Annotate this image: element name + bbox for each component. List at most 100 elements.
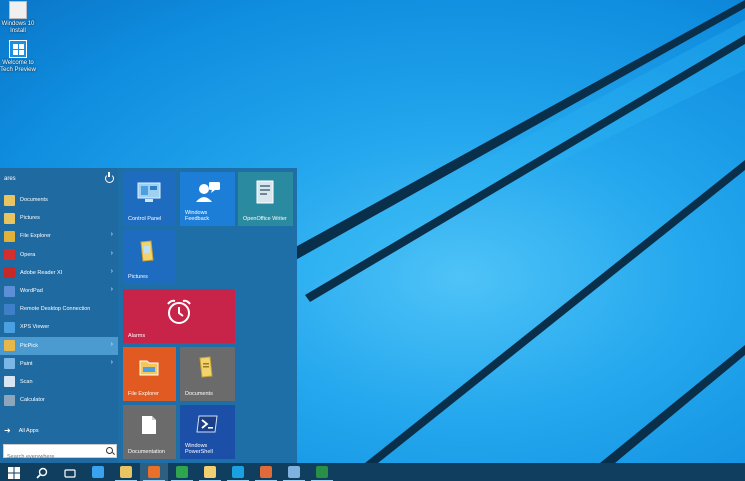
tile-pictures[interactable]: Pictures bbox=[123, 230, 176, 284]
xps-viewer-icon bbox=[4, 321, 15, 333]
installer-file-icon bbox=[9, 1, 27, 19]
tile-documents[interactable]: Documents bbox=[180, 347, 235, 401]
taskbar-button[interactable] bbox=[224, 463, 252, 481]
paint-icon bbox=[4, 358, 15, 370]
all-apps-label: All Apps bbox=[18, 427, 39, 434]
alarm-clock-icon bbox=[167, 299, 191, 324]
start-menu-app-panel: ares Documents Pictures File Explorer › Oper… bbox=[0, 168, 118, 463]
tile-windows-feedback[interactable]: Windows Feedback bbox=[180, 172, 235, 226]
app-list-item[interactable]: Pictures bbox=[0, 209, 118, 227]
app-list-label: XPS Viewer bbox=[20, 324, 50, 331]
skype-icon bbox=[232, 466, 244, 478]
chevron-right-icon[interactable]: › bbox=[111, 359, 113, 366]
app-list-item[interactable]: File Explorer › bbox=[0, 227, 118, 245]
search-icon bbox=[36, 466, 48, 479]
picpick-icon bbox=[4, 340, 15, 352]
app-list-label: Adobe Reader XI bbox=[20, 269, 63, 276]
taskbar-button[interactable] bbox=[140, 463, 168, 481]
taskbar bbox=[0, 463, 745, 481]
desktop-icon-label: Welcome to Tech Preview bbox=[0, 60, 36, 73]
chevron-right-icon[interactable]: › bbox=[111, 268, 113, 275]
app-list-label: Scan bbox=[20, 378, 33, 385]
file-explorer-icon bbox=[139, 360, 159, 376]
documents-icon bbox=[199, 356, 213, 378]
app-list-label: Remote Desktop Connection bbox=[20, 306, 91, 313]
app-list-label: Opera bbox=[20, 251, 36, 258]
tile-alarms[interactable]: Alarms bbox=[123, 289, 235, 343]
app-list-item[interactable]: Remote Desktop Connection bbox=[0, 300, 118, 318]
tile-openoffice-writer[interactable]: OpenOffice Writer bbox=[238, 172, 293, 226]
app-list-item[interactable]: Scan bbox=[0, 373, 118, 391]
user-name: ares bbox=[4, 176, 16, 182]
windows-logo-icon bbox=[9, 40, 27, 58]
desktop-icon-install[interactable]: Windows 10 Install bbox=[0, 1, 36, 35]
tile-label: Documentation bbox=[128, 449, 165, 455]
tile-label: Documents bbox=[185, 391, 213, 397]
taskbar-button[interactable] bbox=[84, 463, 112, 481]
search-icon[interactable] bbox=[106, 447, 113, 454]
app-list-label: WordPad bbox=[20, 288, 43, 295]
app-list-item[interactable]: Opera › bbox=[0, 246, 118, 264]
desktop-icon-welcome[interactable]: Welcome to Tech Preview bbox=[0, 40, 36, 74]
app-list-item[interactable]: WordPad › bbox=[0, 282, 118, 300]
app-list-label: Documents bbox=[20, 197, 48, 204]
chevron-right-icon[interactable]: › bbox=[111, 250, 113, 257]
tile-label: File Explorer bbox=[128, 391, 159, 397]
taskbar-button[interactable] bbox=[0, 463, 28, 481]
all-apps-button[interactable]: ➜ All Apps bbox=[4, 426, 39, 435]
task-manager-icon bbox=[176, 466, 188, 478]
windows-start-icon bbox=[8, 466, 20, 479]
taskbar-button[interactable] bbox=[280, 463, 308, 481]
folder-icon bbox=[204, 466, 216, 478]
app-list-item[interactable]: Documents bbox=[0, 191, 118, 209]
app-list-label: File Explorer bbox=[20, 233, 51, 240]
adobe-reader-icon bbox=[4, 267, 15, 279]
tile-label: Windows PowerShell bbox=[185, 443, 213, 455]
taskbar-button[interactable] bbox=[168, 463, 196, 481]
taskbar-button[interactable] bbox=[196, 463, 224, 481]
file-explorer-icon bbox=[4, 230, 15, 242]
desktop-icon-label: Windows 10 Install bbox=[1, 21, 35, 34]
power-icon[interactable] bbox=[105, 172, 114, 183]
tile-label: Pictures bbox=[128, 274, 148, 280]
tile-control-panel[interactable]: Control Panel bbox=[123, 172, 176, 226]
opera-icon bbox=[4, 249, 15, 261]
openoffice-writer-icon bbox=[256, 180, 274, 204]
firefox-icon bbox=[148, 466, 160, 478]
app-list-item[interactable]: XPS Viewer bbox=[0, 318, 118, 336]
chevron-right-icon[interactable]: › bbox=[111, 341, 113, 348]
app-list-item[interactable]: Adobe Reader XI › bbox=[0, 264, 118, 282]
scan-icon bbox=[4, 376, 15, 388]
search-box[interactable] bbox=[3, 444, 117, 463]
tile-windows-powershell[interactable]: Windows PowerShell bbox=[180, 405, 235, 459]
app-list-item[interactable]: PicPick › bbox=[0, 336, 118, 355]
search-input[interactable] bbox=[4, 451, 99, 463]
calculator-icon bbox=[4, 394, 15, 406]
taskbar-button[interactable] bbox=[252, 463, 280, 481]
user-row[interactable]: ares bbox=[0, 170, 118, 188]
control-panel-icon bbox=[137, 182, 161, 202]
tile-label: OpenOffice Writer bbox=[243, 216, 287, 222]
file-explorer-icon bbox=[120, 466, 132, 478]
app-list-label: Pictures bbox=[20, 215, 40, 222]
taskbar-button[interactable] bbox=[308, 463, 336, 481]
chevron-right-icon[interactable]: › bbox=[111, 231, 113, 238]
app-icon bbox=[260, 466, 272, 478]
folder-icon bbox=[4, 194, 15, 206]
app-list-item[interactable]: Calculator bbox=[0, 391, 118, 409]
task-view-icon bbox=[64, 466, 76, 478]
pictures-icon bbox=[140, 240, 154, 262]
taskbar-button[interactable] bbox=[28, 463, 56, 481]
chevron-right-icon[interactable]: › bbox=[111, 286, 113, 293]
pictures-icon bbox=[4, 212, 15, 224]
feedback-icon bbox=[196, 182, 220, 202]
excel-icon bbox=[316, 466, 328, 478]
tile-label: Windows Feedback bbox=[185, 210, 210, 222]
tile-documentation[interactable]: Documentation bbox=[123, 405, 176, 459]
taskbar-button[interactable] bbox=[112, 463, 140, 481]
tile-file-explorer[interactable]: File Explorer bbox=[123, 347, 176, 401]
taskbar-button[interactable] bbox=[56, 463, 84, 481]
app-list-label: PicPick bbox=[20, 342, 39, 349]
app-list-item[interactable]: Paint › bbox=[0, 355, 118, 373]
app-list-label: Paint bbox=[20, 360, 33, 367]
